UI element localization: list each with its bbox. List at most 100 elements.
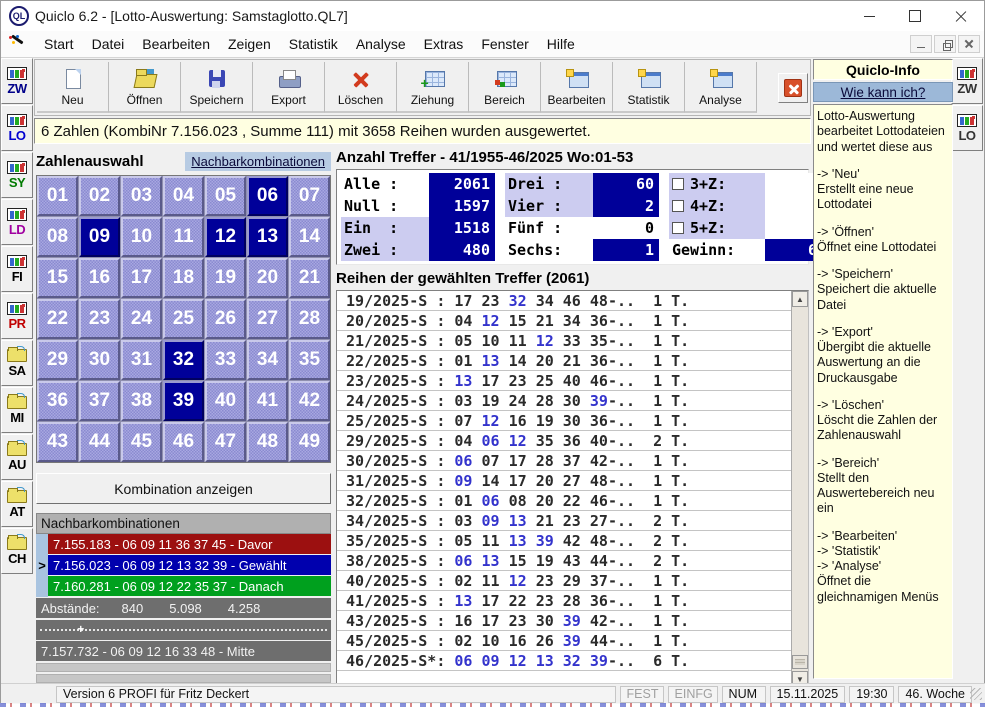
- rail-button-ld[interactable]: LD: [1, 199, 33, 245]
- rail-button-zw[interactable]: ZW: [951, 58, 983, 104]
- number-cell-45[interactable]: 45: [121, 422, 162, 462]
- reihen-row-7[interactable]: 29/2025-S : 04 06 12 35 36 40-.. 2 T.: [337, 431, 791, 451]
- number-cell-08[interactable]: 08: [37, 217, 78, 257]
- close-button[interactable]: [938, 1, 984, 31]
- number-cell-14[interactable]: 14: [289, 217, 330, 257]
- reihen-row-17[interactable]: 45/2025-S : 02 10 16 26 39 44-.. 1 T.: [337, 631, 791, 651]
- number-cell-21[interactable]: 21: [289, 258, 330, 298]
- number-cell-03[interactable]: 03: [121, 176, 162, 216]
- number-cell-48[interactable]: 48: [247, 422, 288, 462]
- toolbar-button-bereich[interactable]: Bereich: [469, 62, 541, 113]
- rail-button-lo[interactable]: LO: [951, 105, 983, 151]
- resize-grip[interactable]: [970, 688, 982, 700]
- number-cell-20[interactable]: 20: [247, 258, 288, 298]
- kombination-anzeigen-button[interactable]: Kombination anzeigen: [36, 473, 331, 504]
- number-cell-37[interactable]: 37: [79, 381, 120, 421]
- number-cell-44[interactable]: 44: [79, 422, 120, 462]
- number-cell-02[interactable]: 02: [79, 176, 120, 216]
- reihen-row-5[interactable]: 24/2025-S : 03 19 24 28 30 39-.. 1 T.: [337, 391, 791, 411]
- number-cell-11[interactable]: 11: [163, 217, 204, 257]
- number-cell-42[interactable]: 42: [289, 381, 330, 421]
- rail-button-lo[interactable]: LO: [1, 105, 33, 151]
- menu-item-analyse[interactable]: Analyse: [347, 32, 415, 56]
- rail-button-pr[interactable]: PR: [1, 293, 33, 339]
- scroll-thumb[interactable]: [792, 655, 808, 669]
- rail-button-mi[interactable]: MI: [1, 387, 33, 433]
- menu-item-statistik[interactable]: Statistik: [280, 32, 347, 56]
- number-cell-30[interactable]: 30: [79, 340, 120, 380]
- reihen-row-8[interactable]: 30/2025-S : 06 07 17 28 37 42-.. 1 T.: [337, 451, 791, 471]
- reihen-row-4[interactable]: 23/2025-S : 13 17 23 25 40 46-.. 1 T.: [337, 371, 791, 391]
- rail-button-zw[interactable]: ZW: [1, 58, 33, 104]
- reihen-row-3[interactable]: 22/2025-S : 01 13 14 20 21 36-.. 1 T.: [337, 351, 791, 371]
- toolbar-button-analyse[interactable]: Analyse: [685, 62, 757, 113]
- rail-button-sa[interactable]: SA: [1, 340, 33, 386]
- reihen-row-11[interactable]: 34/2025-S : 03 09 13 21 23 27-.. 2 T.: [337, 511, 791, 531]
- neighbor-row-0[interactable]: 7.155.183 - 06 09 11 36 37 45 - Davor: [48, 534, 331, 554]
- reihen-row-15[interactable]: 41/2025-S : 13 17 22 23 28 36-.. 1 T.: [337, 591, 791, 611]
- number-cell-36[interactable]: 36: [37, 381, 78, 421]
- number-cell-15[interactable]: 15: [37, 258, 78, 298]
- scroll-up-icon[interactable]: ▲: [792, 291, 808, 307]
- number-cell-43[interactable]: 43: [37, 422, 78, 462]
- number-cell-29[interactable]: 29: [37, 340, 78, 380]
- number-cell-46[interactable]: 46: [163, 422, 204, 462]
- number-cell-18[interactable]: 18: [163, 258, 204, 298]
- rail-button-fi[interactable]: FI: [1, 246, 33, 292]
- number-cell-19[interactable]: 19: [205, 258, 246, 298]
- number-cell-32[interactable]: 32: [163, 340, 204, 380]
- reihen-row-14[interactable]: 40/2025-S : 02 11 12 23 29 37-.. 1 T.: [337, 571, 791, 591]
- number-cell-25[interactable]: 25: [163, 299, 204, 339]
- toolbar-button-export[interactable]: Export: [253, 62, 325, 113]
- reihen-row-9[interactable]: 31/2025-S : 09 14 17 20 27 48-.. 1 T.: [337, 471, 791, 491]
- rail-button-sy[interactable]: SY: [1, 152, 33, 198]
- number-cell-41[interactable]: 41: [247, 381, 288, 421]
- menu-item-fenster[interactable]: Fenster: [472, 32, 537, 56]
- menu-item-bearbeiten[interactable]: Bearbeiten: [133, 32, 219, 56]
- rail-button-au[interactable]: AU: [1, 434, 33, 480]
- number-cell-34[interactable]: 34: [247, 340, 288, 380]
- menu-item-datei[interactable]: Datei: [83, 32, 134, 56]
- toolbar-button-bearbeiten[interactable]: Bearbeiten: [541, 62, 613, 113]
- checkbox[interactable]: [672, 178, 684, 190]
- reihen-row-16[interactable]: 43/2025-S : 16 17 23 30 39 42-.. 1 T.: [337, 611, 791, 631]
- number-cell-13[interactable]: 13: [247, 217, 288, 257]
- reihen-row-1[interactable]: 20/2025-S : 04 12 15 21 34 36-.. 1 T.: [337, 311, 791, 331]
- number-cell-22[interactable]: 22: [37, 299, 78, 339]
- number-cell-40[interactable]: 40: [205, 381, 246, 421]
- number-cell-06[interactable]: 06: [247, 176, 288, 216]
- menu-item-extras[interactable]: Extras: [415, 32, 473, 56]
- number-cell-35[interactable]: 35: [289, 340, 330, 380]
- toolbar-close-button[interactable]: [778, 73, 808, 103]
- number-cell-33[interactable]: 33: [205, 340, 246, 380]
- reihen-row-12[interactable]: 35/2025-S : 05 11 13 39 42 48-.. 2 T.: [337, 531, 791, 551]
- neighbor-row-2[interactable]: 7.160.281 - 06 09 12 22 35 37 - Danach: [48, 576, 331, 596]
- number-cell-23[interactable]: 23: [79, 299, 120, 339]
- number-cell-38[interactable]: 38: [121, 381, 162, 421]
- mdi-close-button[interactable]: [958, 35, 980, 53]
- reihen-row-6[interactable]: 25/2025-S : 07 12 16 19 30 36-.. 1 T.: [337, 411, 791, 431]
- toolbar-button-neu[interactable]: Neu: [37, 62, 109, 113]
- toolbar-button-ziehung[interactable]: Ziehung: [397, 62, 469, 113]
- toolbar-button-speichern[interactable]: Speichern: [181, 62, 253, 113]
- reihen-row-10[interactable]: 32/2025-S : 01 06 08 20 22 46-.. 1 T.: [337, 491, 791, 511]
- number-cell-05[interactable]: 05: [205, 176, 246, 216]
- reihen-row-2[interactable]: 21/2025-S : 05 10 11 12 33 35-.. 1 T.: [337, 331, 791, 351]
- number-cell-39[interactable]: 39: [163, 381, 204, 421]
- scrollbar[interactable]: ▲ ▼: [791, 291, 808, 687]
- number-cell-28[interactable]: 28: [289, 299, 330, 339]
- rail-button-ch[interactable]: CH: [1, 528, 33, 574]
- number-cell-16[interactable]: 16: [79, 258, 120, 298]
- reihen-row-18[interactable]: 46/2025-S*: 06 09 12 13 32 39-.. 6 T.: [337, 651, 791, 671]
- minimize-button[interactable]: [846, 1, 892, 31]
- checkbox[interactable]: [672, 200, 684, 212]
- menu-item-hilfe[interactable]: Hilfe: [538, 32, 584, 56]
- number-cell-07[interactable]: 07: [289, 176, 330, 216]
- mdi-restore-button[interactable]: [934, 35, 956, 53]
- number-cell-04[interactable]: 04: [163, 176, 204, 216]
- number-cell-27[interactable]: 27: [247, 299, 288, 339]
- toolbar-button-öffnen[interactable]: Öffnen: [109, 62, 181, 113]
- number-cell-17[interactable]: 17: [121, 258, 162, 298]
- neighbor-row-1[interactable]: 7.156.023 - 06 09 12 13 32 39 - Gewählt: [48, 555, 331, 575]
- checkbox[interactable]: [672, 222, 684, 234]
